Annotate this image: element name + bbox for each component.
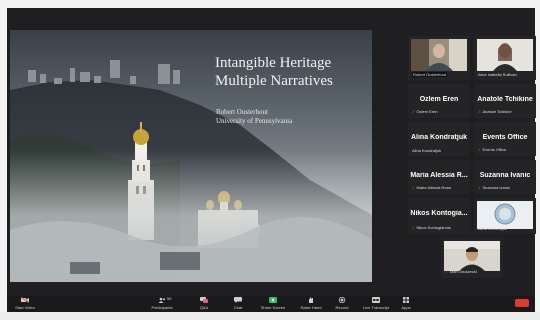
participant-tile[interactable]: Alina Kondratjuk Alina Kondratjuk [408,122,470,156]
slide-author-block: Robert Ousterhout University of Pennsylv… [216,108,366,126]
participant-name: ♪ Stan Gruszecki [445,269,477,275]
apps-button[interactable]: Apps [397,296,415,312]
mic-muted-icon: ♪ [478,109,481,115]
video-camera-icon [21,297,29,303]
qa-button[interactable]: Q&A [195,296,213,312]
frame-bottom-edge [0,312,540,320]
participant-name: ♪ Özlem Eren [412,109,438,115]
meeting-toolbar: Start Video Participants 56 Q&A Chat Sha… [7,296,535,312]
participants-icon [158,297,165,303]
participant-name: ♪ Maria Alessia Rossi [412,185,452,191]
participant-name: ♪ Anatole Tchikine [478,109,512,115]
participant-tile[interactable]: Suzanna Ivanic ♪ Suzanna Ivanic [474,160,536,194]
slide-affiliation: University of Pennsylvania [216,117,293,125]
closed-caption-icon [372,297,380,303]
participant-video [477,39,533,71]
participants-button[interactable]: Participants 56 [147,296,177,312]
participant-tile[interactable]: Özlem Eren ♪ Özlem Eren [408,84,470,118]
share-screen-icon [269,297,277,303]
participants-count: 56 [167,296,172,301]
participant-video [444,241,500,271]
participant-name: Alice Isabella Sullivan [478,72,517,77]
participant-name: Robert Ousterhout [412,72,447,77]
qa-icon [200,297,208,303]
participant-tile[interactable]: Maria Alessia R... ♪ Maria Alessia Rossi [408,160,470,194]
participant-display-name: Nikos Kontogia... [410,210,468,217]
participant-display-name: Events Office [482,134,528,141]
participants-label: Participants [151,305,173,310]
shared-slide: Intangible Heritage Multiple Narratives … [10,30,372,282]
participants-gallery: Robert Ousterhout Alice Isabella Sulliva… [408,30,536,280]
participant-name: ♪ Suzanna Ivanic [478,185,510,191]
participant-name: Alina Kondratjuk [478,226,508,231]
end-meeting-button[interactable] [515,299,529,307]
participant-tile[interactable]: Anatole Tchikine ♪ Anatole Tchikine [474,84,536,118]
raise-hand-icon [309,297,313,303]
frame-left-edge [0,0,7,320]
slide-author: Robert Ousterhout [216,108,268,116]
participant-name: Alina Kondratjuk [412,148,442,153]
mic-muted-icon: ♪ [478,185,481,191]
chat-icon [234,297,242,303]
apps-icon [403,297,409,303]
participant-video [477,201,533,229]
mic-muted-icon: ♪ [478,147,481,153]
frame-top-edge [0,0,540,8]
share-screen-button[interactable]: Share Screen [259,296,287,312]
slide-title: Intangible Heritage Multiple Narratives [215,54,365,90]
participant-display-name: Anatole Tchikine [477,96,533,103]
record-icon [338,297,346,303]
participant-tile[interactable]: ♪ Stan Gruszecki [441,238,503,278]
mic-muted-icon: ♪ [412,225,415,231]
start-video-button[interactable]: Start Video [11,296,39,312]
chat-button[interactable]: Chat [229,296,247,312]
participant-tile[interactable]: Alina Kondratjuk [474,198,536,234]
participant-tile[interactable]: Alice Isabella Sullivan [474,36,536,80]
participant-display-name: Suzanna Ivanic [479,172,531,179]
mic-muted-icon: ♪ [412,185,415,191]
record-button[interactable]: Record [331,296,353,312]
participant-display-name: Özlem Eren [419,96,459,103]
raise-hand-button[interactable]: Raise Hand [299,296,323,312]
participant-tile[interactable]: Events Office ♪ Events Office [474,122,536,156]
participant-video [411,39,467,71]
participant-name: ♪ Events Office [478,147,507,153]
live-transcript-button[interactable]: Live Transcript [359,296,393,312]
participant-name: ♪ Nikos Kontogiannis [412,225,451,231]
participant-display-name: Alina Kondratjuk [410,134,467,141]
participant-display-name: Maria Alessia R... [410,172,468,179]
participant-tile[interactable]: Nikos Kontogia... ♪ Nikos Kontogiannis [408,198,470,234]
slide-title-line1: Intangible Heritage [215,55,332,71]
mic-muted-icon: ♪ [412,109,415,115]
participant-tile[interactable]: Robert Ousterhout [408,36,470,80]
slide-title-line2: Multiple Narratives [215,73,333,89]
mic-muted-icon: ♪ [445,269,448,275]
